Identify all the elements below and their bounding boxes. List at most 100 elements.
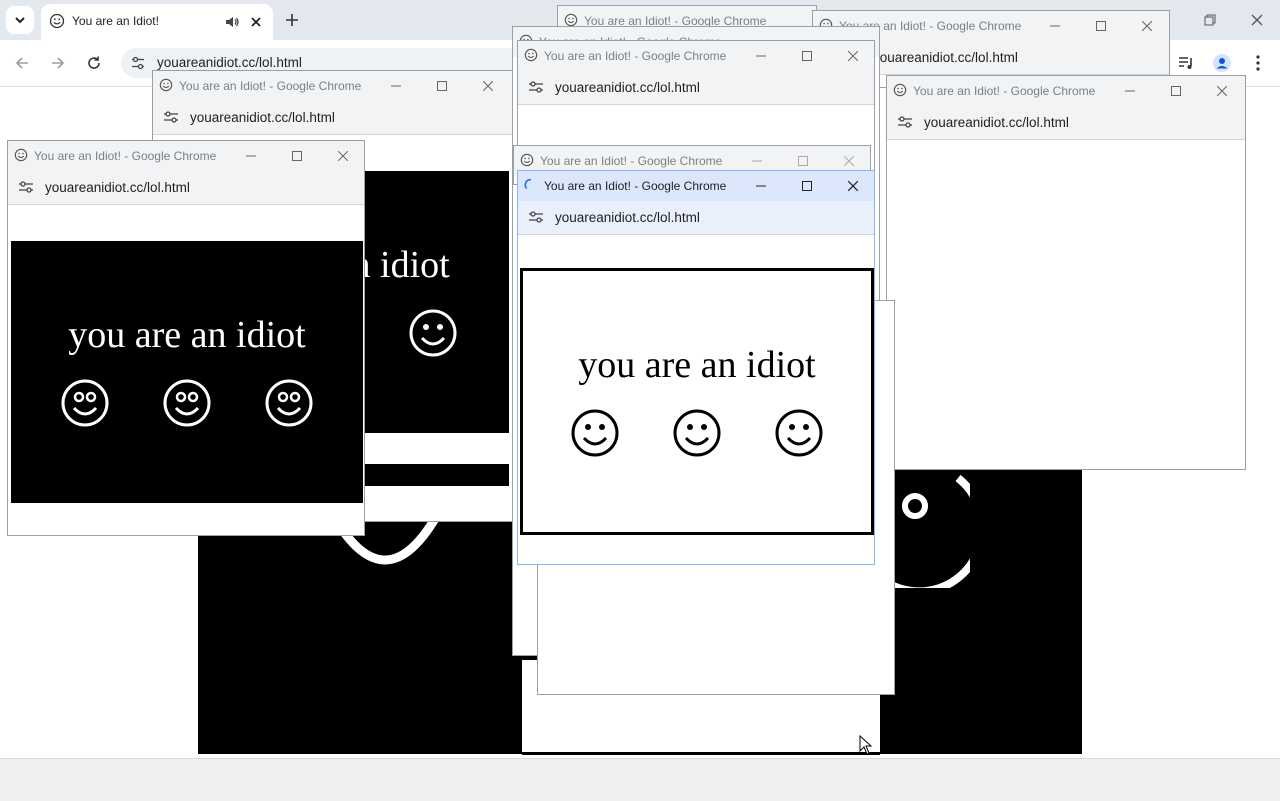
popup-address-bar[interactable]: youareanidiot.cc/lol.html xyxy=(518,201,874,235)
maximize-button[interactable] xyxy=(797,176,817,196)
popup-window: You are an Idiot! - Google Chrome youare… xyxy=(886,75,1246,470)
new-tab-button[interactable] xyxy=(278,6,306,34)
maximize-button[interactable] xyxy=(1166,81,1186,101)
close-button[interactable] xyxy=(843,46,863,66)
back-button[interactable] xyxy=(8,49,36,77)
speaker-icon[interactable] xyxy=(224,14,240,30)
close-icon xyxy=(844,156,854,166)
popup-url: youareanidiot.cc/lol.html xyxy=(190,110,335,125)
close-button[interactable] xyxy=(333,146,353,166)
cursor-icon xyxy=(859,735,873,755)
smiley-row xyxy=(60,378,314,428)
popup-address-bar[interactable]: youareanidiot.cc/lol.html xyxy=(8,171,364,205)
restore-icon xyxy=(1204,14,1216,26)
maximize-button[interactable] xyxy=(432,76,452,96)
close-button[interactable] xyxy=(839,151,859,171)
back-arrow-icon xyxy=(15,57,28,69)
popup-titlebar[interactable]: You are an Idiot! - Google Chrome xyxy=(8,141,364,171)
popup-address-bar[interactable]: youareanidiot.cc/lol.html xyxy=(518,71,874,105)
popup-titlebar[interactable]: You are an Idiot! - Google Chrome xyxy=(518,171,874,201)
maximize-icon xyxy=(1096,21,1106,31)
tune-icon xyxy=(529,211,543,223)
smiley-icon xyxy=(159,78,173,92)
maximize-icon xyxy=(802,51,812,61)
close-icon xyxy=(848,51,858,61)
smiley-icon xyxy=(571,409,619,456)
smiley-icon xyxy=(673,409,721,456)
maximize-button[interactable] xyxy=(797,46,817,66)
close-icon xyxy=(848,181,858,191)
kebab-menu-icon xyxy=(1256,55,1260,71)
minimize-icon xyxy=(246,155,256,157)
tab-active[interactable]: You are an Idiot! xyxy=(41,4,273,40)
popup-title: You are an Idiot! - Google Chrome xyxy=(540,154,723,168)
popup-titlebar[interactable]: You are an Idiot! - Google Chrome xyxy=(887,76,1245,106)
tune-icon xyxy=(898,116,912,128)
menu-button[interactable] xyxy=(1244,49,1272,77)
close-button[interactable] xyxy=(843,176,863,196)
tune-icon xyxy=(19,181,33,193)
popup-url: youareanidiot.cc/lol.html xyxy=(924,115,1069,130)
smiley-icon xyxy=(409,309,457,357)
popup-address-bar[interactable]: youareanidiot.cc/lol.html xyxy=(887,106,1245,140)
smiley-icon xyxy=(893,83,907,97)
minimize-button[interactable] xyxy=(747,151,767,171)
smiley-icon xyxy=(524,48,538,62)
close-icon xyxy=(1251,14,1263,26)
minimize-button[interactable] xyxy=(751,176,771,196)
bottom-bar xyxy=(0,758,1280,801)
plus-icon xyxy=(286,14,298,26)
popup-address-bar[interactable]: youareanidiot.cc/lol.html xyxy=(153,101,513,135)
popup-url: youareanidiot.cc/lol.html xyxy=(555,210,700,225)
close-icon[interactable] xyxy=(249,15,263,29)
popup-title: You are an Idiot! - Google Chrome xyxy=(34,149,217,163)
forward-button[interactable] xyxy=(44,49,72,77)
smiley-icon xyxy=(163,379,211,427)
minimize-icon xyxy=(391,85,401,87)
minimize-button[interactable] xyxy=(386,76,406,96)
smiley-icon xyxy=(775,409,823,456)
maximize-button[interactable] xyxy=(793,151,813,171)
media-controls-button[interactable] xyxy=(1172,49,1200,77)
popup-title: You are an Idiot! - Google Chrome xyxy=(179,79,362,93)
profile-button[interactable] xyxy=(1208,49,1236,77)
popup-content-panel: you are an idiot xyxy=(11,241,363,503)
close-icon xyxy=(1142,21,1152,31)
minimize-button[interactable] xyxy=(241,146,261,166)
tune-icon xyxy=(529,81,543,93)
minimize-icon xyxy=(1050,25,1060,27)
minimize-button[interactable] xyxy=(1045,16,1065,36)
close-button[interactable] xyxy=(1137,16,1157,36)
restore-window-button[interactable] xyxy=(1196,6,1224,34)
spinner-icon xyxy=(524,178,532,190)
popup-url: youareanidiot.cc/lol.html xyxy=(873,50,1018,65)
maximize-icon xyxy=(1171,86,1181,96)
reload-button[interactable] xyxy=(80,49,108,77)
maximize-button[interactable] xyxy=(1091,16,1111,36)
popup-title: You are an Idiot! - Google Chrome xyxy=(913,84,1096,98)
maximize-button[interactable] xyxy=(287,146,307,166)
maximize-icon xyxy=(437,81,447,91)
popup-titlebar[interactable]: You are an Idiot! - Google Chrome xyxy=(518,41,874,71)
close-button[interactable] xyxy=(1212,81,1232,101)
close-window-button[interactable] xyxy=(1243,6,1271,34)
address-bar-url: youareanidiot.cc/lol.html xyxy=(157,55,302,70)
minimize-icon xyxy=(752,160,762,162)
popup-window: You are an Idiot! - Google Chrome youare… xyxy=(7,140,365,536)
smiley-icon xyxy=(49,13,65,29)
close-button[interactable] xyxy=(478,76,498,96)
minimize-button[interactable] xyxy=(1120,81,1140,101)
tab-search-button[interactable] xyxy=(6,6,34,34)
smiley-icon xyxy=(265,379,313,427)
smiley-icon xyxy=(14,148,28,162)
tune-icon[interactable] xyxy=(131,56,145,70)
minimize-icon xyxy=(1125,90,1135,92)
minimize-button[interactable] xyxy=(751,46,771,66)
close-icon xyxy=(338,151,348,161)
smiley-icon xyxy=(520,153,534,167)
popup-url: youareanidiot.cc/lol.html xyxy=(555,80,700,95)
popup-titlebar[interactable]: You are an Idiot! - Google Chrome xyxy=(153,71,513,101)
profile-icon xyxy=(1213,54,1231,72)
maximize-icon xyxy=(292,151,302,161)
maximize-icon xyxy=(802,181,812,191)
